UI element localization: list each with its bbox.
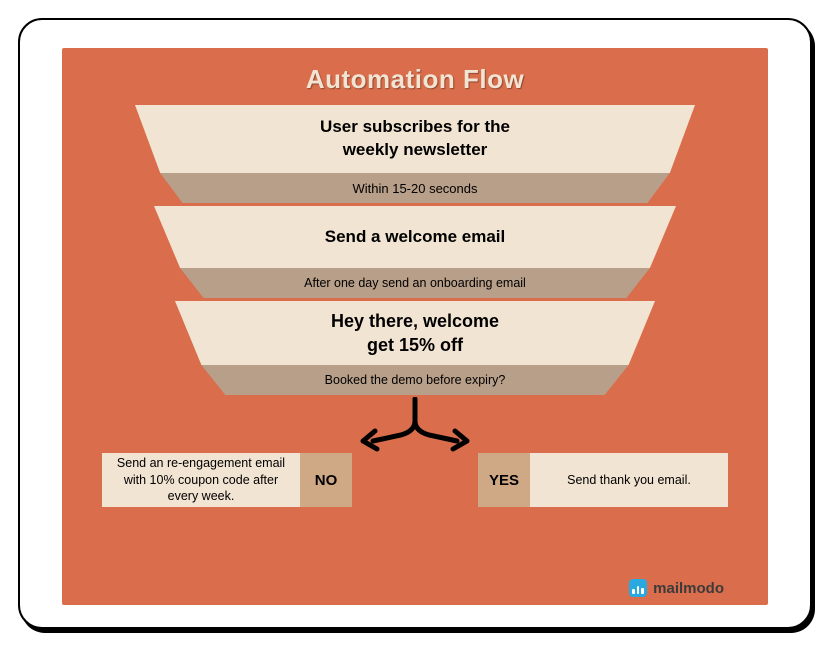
funnel-stage-3: Hey there, welcomeget 15% off Booked the… bbox=[175, 301, 655, 395]
card-frame: Automation Flow User subscribes for thew… bbox=[18, 18, 812, 629]
funnel-stage-2: Send a welcome email After one day send … bbox=[154, 206, 676, 301]
stage-3-label: Hey there, welcomeget 15% off bbox=[175, 301, 655, 365]
split-arrow-icon bbox=[102, 397, 728, 455]
branch-no-text: Send an re-engagement email with 10% cou… bbox=[102, 453, 300, 507]
branch-no-tag: NO bbox=[300, 453, 352, 507]
stage-1-label: User subscribes for theweekly newsletter bbox=[135, 105, 695, 173]
funnel-stage-1: User subscribes for theweekly newsletter… bbox=[135, 105, 695, 206]
diagram-title: Automation Flow bbox=[102, 64, 728, 95]
stage-2-sublabel: After one day send an onboarding email bbox=[154, 268, 676, 298]
stage-2-label: Send a welcome email bbox=[154, 206, 676, 268]
stage-3-sublabel: Booked the demo before expiry? bbox=[175, 365, 655, 395]
branch-yes: YES Send thank you email. bbox=[478, 453, 728, 507]
branch-yes-tag: YES bbox=[478, 453, 530, 507]
branch-no: Send an re-engagement email with 10% cou… bbox=[102, 453, 352, 507]
diagram-panel: Automation Flow User subscribes for thew… bbox=[62, 48, 768, 605]
stage-1-sublabel: Within 15-20 seconds bbox=[135, 173, 695, 203]
branch-yes-text: Send thank you email. bbox=[530, 453, 728, 507]
funnel: User subscribes for theweekly newsletter… bbox=[102, 105, 728, 395]
brand-name: mailmodo bbox=[653, 580, 724, 597]
branches-row: Send an re-engagement email with 10% cou… bbox=[102, 453, 728, 507]
brand-mark-icon bbox=[629, 579, 647, 597]
brand-logo: mailmodo bbox=[629, 579, 724, 597]
